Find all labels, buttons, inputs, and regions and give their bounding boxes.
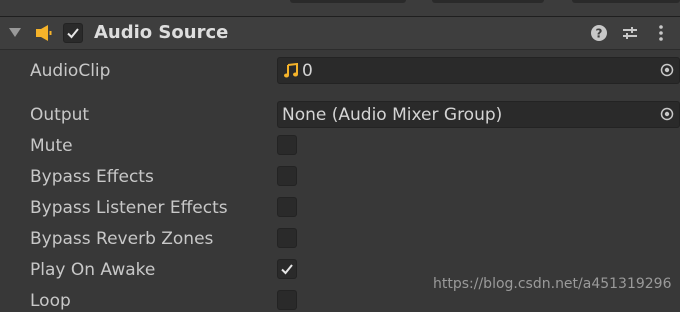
bypass-reverb-zones-label: Bypass Reverb Zones bbox=[30, 229, 214, 249]
more-icon[interactable] bbox=[652, 24, 670, 42]
object-picker-icon[interactable] bbox=[660, 107, 674, 121]
svg-text:?: ? bbox=[596, 27, 603, 41]
audioclip-value: 0 bbox=[302, 61, 313, 81]
component-title: Audio Source bbox=[94, 22, 229, 43]
output-field[interactable]: None (Audio Mixer Group) bbox=[277, 101, 680, 128]
foldout-arrow-icon[interactable] bbox=[9, 28, 21, 37]
watermark-text: https://blog.csdn.net/a451319296 bbox=[433, 276, 672, 292]
output-label: Output bbox=[30, 105, 90, 125]
audioclip-field[interactable]: 0 bbox=[277, 57, 680, 84]
previous-tab[interactable] bbox=[290, 0, 406, 3]
mute-label: Mute bbox=[30, 136, 73, 156]
loop-label: Loop bbox=[30, 291, 71, 311]
bypass-listener-effects-checkbox[interactable] bbox=[277, 197, 297, 217]
music-note-icon bbox=[284, 63, 298, 78]
audioclip-label: AudioClip bbox=[30, 61, 111, 81]
object-picker-icon[interactable] bbox=[660, 63, 674, 77]
component-enabled-checkbox[interactable] bbox=[63, 23, 83, 43]
bypass-effects-label: Bypass Effects bbox=[30, 167, 154, 187]
speaker-icon bbox=[36, 25, 52, 41]
mute-checkbox[interactable] bbox=[277, 135, 297, 155]
checkmark-icon bbox=[281, 264, 293, 275]
play-on-awake-label: Play On Awake bbox=[30, 260, 156, 280]
output-value: None (Audio Mixer Group) bbox=[282, 105, 503, 125]
bypass-effects-checkbox[interactable] bbox=[277, 166, 297, 186]
bypass-listener-effects-label: Bypass Listener Effects bbox=[30, 198, 228, 218]
previous-component-strip bbox=[0, 0, 680, 17]
preset-icon[interactable] bbox=[621, 24, 639, 42]
bypass-reverb-zones-checkbox[interactable] bbox=[277, 228, 297, 248]
previous-tab[interactable] bbox=[572, 0, 680, 3]
play-on-awake-checkbox[interactable] bbox=[277, 259, 297, 279]
help-icon[interactable]: ? bbox=[590, 24, 608, 42]
loop-checkbox[interactable] bbox=[277, 290, 297, 310]
previous-tab[interactable] bbox=[432, 0, 544, 3]
